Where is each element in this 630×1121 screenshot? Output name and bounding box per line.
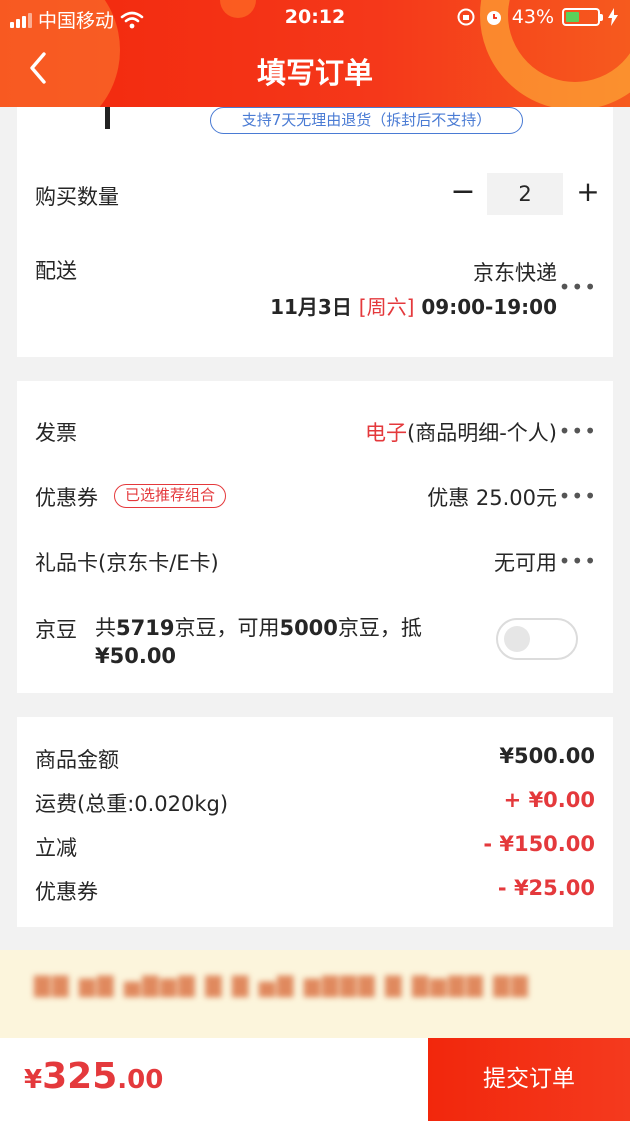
- submit-order-button[interactable]: 提交订单: [428, 1038, 630, 1121]
- summary-label: 运费(总重:0.020kg): [35, 792, 229, 816]
- invoice-label: 发票: [35, 421, 77, 445]
- invoice-type: 电子: [365, 421, 408, 445]
- battery-icon: [562, 8, 603, 26]
- toggle-knob: [504, 626, 530, 652]
- giftcard-label: 礼品卡(京东卡/E卡): [35, 551, 219, 575]
- delivery-schedule[interactable]: 11月3日 [周六] 09:00-19:00: [270, 291, 557, 320]
- header: 中国移动 20:12 43% 填写订单: [0, 0, 630, 107]
- jd-bean-description: 共5719京豆，可用5000京豆，抵 ¥50.00: [95, 616, 422, 668]
- summary-value: - ¥25.00: [497, 876, 595, 900]
- delivery-date: 11月3日: [270, 295, 352, 319]
- summary-label: 立减: [35, 836, 77, 860]
- jd-bean-toggle[interactable]: [496, 618, 578, 660]
- charging-icon: [608, 8, 618, 26]
- coupon-badge: 已选推荐组合: [114, 484, 227, 508]
- order-total: ¥325.00: [24, 1056, 163, 1097]
- giftcard-value[interactable]: 无可用: [494, 547, 557, 577]
- quantity-label: 购买数量: [35, 185, 119, 209]
- invoice-detail: (商品明细-个人): [407, 421, 557, 445]
- summary-card: 商品金额 ¥500.00 运费(总重:0.020kg) + ¥0.00 立减 - ¥150…: [17, 717, 613, 927]
- orientation-lock-icon: [457, 8, 475, 26]
- delivery-label: 配送: [35, 259, 77, 283]
- more-dots-icon[interactable]: •••: [559, 275, 597, 299]
- order-card: 支持7天无理由退货（拆封后不支持） 购买数量 − 2 + 配送 京东快递 11月…: [17, 107, 613, 357]
- more-dots-icon[interactable]: •••: [559, 484, 597, 508]
- summary-value: - ¥150.00: [483, 832, 595, 856]
- coupon-label: 优惠券: [35, 486, 98, 510]
- jd-bean-label: 京豆: [35, 618, 77, 642]
- delivery-time: 09:00-19:00: [421, 295, 557, 319]
- summary-value: ¥500.00: [499, 744, 595, 768]
- page-title: 填写订单: [256, 56, 373, 90]
- battery-percent: 43%: [511, 6, 554, 28]
- delivery-weekday: [周六]: [358, 295, 415, 319]
- more-dots-icon[interactable]: •••: [559, 419, 597, 443]
- bottom-bar: ¥325.00 提交订单: [0, 1038, 630, 1121]
- total-currency: ¥: [24, 1065, 43, 1095]
- coupon-value[interactable]: 优惠 25.00元: [427, 482, 557, 512]
- total-integer: 325: [42, 1056, 118, 1097]
- status-bar: 中国移动 20:12 43%: [0, 0, 630, 36]
- more-dots-icon[interactable]: •••: [559, 549, 597, 573]
- quantity-minus-button[interactable]: −: [450, 177, 476, 207]
- product-image-edge: [105, 107, 110, 129]
- quantity-plus-button[interactable]: +: [575, 178, 601, 206]
- summary-label: 商品金额: [35, 748, 119, 772]
- summary-value: + ¥0.00: [503, 788, 595, 812]
- quantity-input[interactable]: 2: [487, 173, 563, 215]
- total-decimal: .00: [117, 1065, 164, 1095]
- summary-label: 优惠券: [35, 880, 98, 904]
- invoice-value[interactable]: 电子(商品明细-个人): [365, 417, 557, 447]
- notice-banner: ▇▇ ▆▇ ▅▇▆▇ ▇ ▇ ▅▇ ▆▇▇▇ ▇ ▇▆▇▇ ▇▇: [0, 950, 630, 1039]
- delivery-method[interactable]: 京东快递: [473, 257, 557, 287]
- alarm-icon: [486, 11, 501, 25]
- return-policy-tag: 支持7天无理由退货（拆封后不支持）: [210, 107, 523, 134]
- notice-text: ▇▇ ▆▇ ▅▇▆▇ ▇ ▇ ▅▇ ▆▇▇▇ ▇ ▇▆▇▇ ▇▇: [34, 973, 530, 997]
